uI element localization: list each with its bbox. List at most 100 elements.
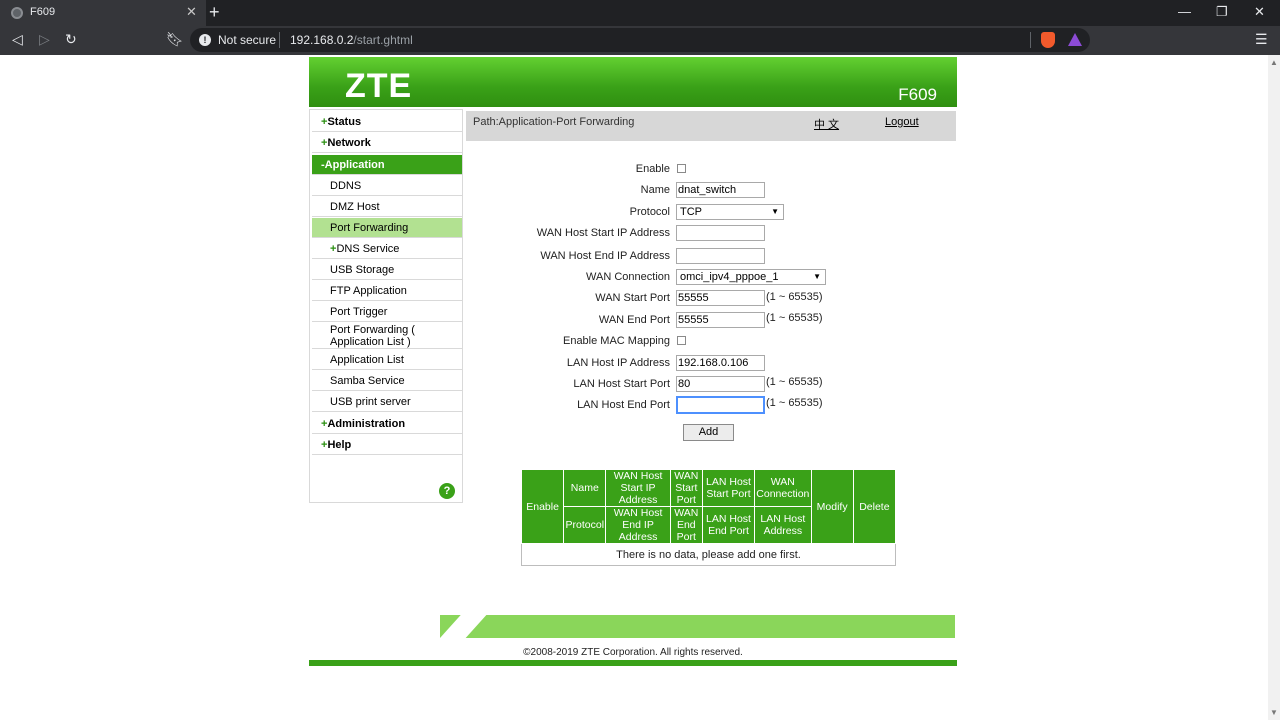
empty-message: There is no data, please add one first. bbox=[521, 543, 896, 566]
port-forwarding-table: Enable Name WAN Host Start IP Address WA… bbox=[520, 469, 897, 566]
scroll-up-icon[interactable]: ▲ bbox=[1270, 58, 1278, 67]
wan-connection-value: omci_ipv4_pppoe_1 bbox=[680, 271, 779, 283]
table-row: There is no data, please add one first. bbox=[521, 543, 896, 566]
wan-host-start-ip-label: WAN Host Start IP Address bbox=[536, 227, 670, 239]
url-text[interactable]: 192.168.0.2/start.ghtml bbox=[290, 33, 413, 47]
tab-title: F609 bbox=[30, 6, 56, 18]
port-range-hint: (1 ~ 65535) bbox=[766, 376, 823, 388]
add-button[interactable]: Add bbox=[683, 424, 734, 441]
copyright: ©2008-2019 ZTE Corporation. All rights r… bbox=[523, 647, 743, 658]
maximize-icon[interactable]: ❐ bbox=[1216, 4, 1228, 20]
zte-logo: ZTE bbox=[345, 67, 413, 105]
chevron-down-icon: ▼ bbox=[813, 272, 821, 281]
sidebar-item-label: DNS Service bbox=[336, 243, 400, 255]
wan-host-end-ip-input[interactable] bbox=[676, 248, 765, 264]
wan-start-port-label: WAN Start Port bbox=[595, 292, 670, 304]
sidebar-item-network[interactable]: +Network bbox=[312, 133, 462, 153]
col-wan-start-port: WAN Start Port bbox=[669, 469, 703, 507]
url-host: 192.168.0.2 bbox=[290, 33, 354, 47]
reload-icon[interactable]: ↻ bbox=[65, 31, 77, 48]
brave-shields-icon[interactable] bbox=[1041, 32, 1055, 48]
col-wan-connection: WAN Connection bbox=[754, 469, 812, 507]
name-input[interactable]: dnat_switch bbox=[676, 182, 765, 198]
col-wan-host-end-ip: WAN Host End IP Address bbox=[605, 506, 671, 544]
lan-host-start-port-input[interactable]: 80 bbox=[676, 376, 765, 392]
lan-host-ip-input[interactable]: 192.168.0.106 bbox=[676, 355, 765, 371]
wan-connection-label: WAN Connection bbox=[586, 271, 670, 283]
sidebar-item-help[interactable]: +Help bbox=[312, 435, 462, 455]
breadcrumb-bar: Path:Application-Port Forwarding 中 文 Log… bbox=[466, 111, 956, 141]
enable-checkbox[interactable] bbox=[677, 164, 686, 173]
page-content: ▲ ▼ ZTE F609 +Status +Network -Applicati… bbox=[0, 55, 1280, 720]
col-enable: Enable bbox=[520, 469, 565, 544]
wan-end-port-input[interactable]: 55555 bbox=[676, 312, 765, 328]
wan-start-port-input[interactable]: 55555 bbox=[676, 290, 765, 306]
col-protocol: Protocol bbox=[563, 506, 607, 544]
browser-toolbar: ◁ ▷ ↻ 🔖︎ ! Not secure 192.168.0.2/start.… bbox=[0, 26, 1280, 55]
wan-host-end-ip-label: WAN Host End IP Address bbox=[540, 250, 670, 262]
brave-rewards-icon[interactable] bbox=[1068, 33, 1082, 46]
col-wan-host-start-ip: WAN Host Start IP Address bbox=[605, 469, 671, 507]
divider bbox=[1030, 32, 1031, 48]
address-bar[interactable]: ! Not secure 192.168.0.2/start.ghtml bbox=[190, 28, 1090, 52]
lan-host-ip-label: LAN Host IP Address bbox=[566, 357, 670, 369]
browser-tabbar: F609 ✕ + — ❐ ✕ bbox=[0, 0, 1280, 26]
enable-mac-mapping-checkbox[interactable] bbox=[677, 336, 686, 345]
browser-menu-icon[interactable]: ☰ bbox=[1255, 31, 1268, 48]
sidebar-item-status[interactable]: +Status bbox=[312, 112, 462, 132]
scroll-down-icon[interactable]: ▼ bbox=[1270, 708, 1278, 717]
chevron-down-icon: ▼ bbox=[771, 207, 779, 216]
page-scrollbar[interactable]: ▲ ▼ bbox=[1268, 55, 1280, 720]
language-link[interactable]: 中 文 bbox=[814, 116, 839, 132]
enable-mac-mapping-label: Enable MAC Mapping bbox=[562, 335, 670, 347]
protocol-select[interactable]: TCP ▼ bbox=[676, 204, 784, 220]
lan-host-end-port-label: LAN Host End Port bbox=[577, 399, 670, 411]
lan-host-start-port-label: LAN Host Start Port bbox=[573, 378, 670, 390]
col-delete: Delete bbox=[852, 469, 897, 544]
sidebar-item-label: Network bbox=[327, 137, 371, 149]
sidebar-item-administration[interactable]: +Administration bbox=[312, 414, 462, 434]
divider bbox=[279, 32, 280, 48]
sidebar-item-label: Help bbox=[327, 439, 352, 451]
protocol-label: Protocol bbox=[629, 206, 670, 218]
col-lan-host-start-port: LAN Host Start Port bbox=[701, 469, 756, 507]
name-label: Name bbox=[640, 184, 670, 196]
not-secure-icon[interactable]: ! bbox=[199, 34, 211, 46]
col-lan-host-end-port: LAN Host End Port bbox=[701, 506, 756, 544]
model-name: F609 bbox=[898, 85, 937, 104]
close-window-icon[interactable]: ✕ bbox=[1254, 4, 1265, 20]
logout-link[interactable]: Logout bbox=[885, 116, 919, 128]
not-secure-label[interactable]: Not secure bbox=[218, 33, 276, 47]
protocol-value: TCP bbox=[680, 206, 702, 218]
back-icon[interactable]: ◁ bbox=[12, 31, 23, 48]
col-modify: Modify bbox=[810, 469, 854, 544]
wan-end-port-label: WAN End Port bbox=[598, 314, 670, 326]
sidebar-item-label: Administration bbox=[327, 418, 406, 430]
col-wan-end-port: WAN End Port bbox=[669, 506, 703, 544]
wan-connection-select[interactable]: omci_ipv4_pppoe_1 ▼ bbox=[676, 269, 826, 285]
browser-tab[interactable]: F609 ✕ bbox=[0, 0, 206, 26]
sidebar-item-label: Application bbox=[324, 159, 385, 171]
footer-bar bbox=[440, 615, 955, 638]
wan-host-start-ip-input[interactable] bbox=[676, 225, 765, 241]
port-range-hint: (1 ~ 65535) bbox=[766, 291, 823, 303]
col-name: Name bbox=[563, 469, 607, 507]
forward-icon[interactable]: ▷ bbox=[39, 31, 50, 48]
minimize-icon[interactable]: — bbox=[1178, 4, 1191, 19]
new-tab-icon[interactable]: + bbox=[209, 2, 220, 23]
breadcrumb: Path:Application-Port Forwarding bbox=[473, 116, 635, 128]
port-range-hint: (1 ~ 65535) bbox=[766, 397, 823, 409]
lan-host-end-port-input[interactable] bbox=[676, 396, 765, 414]
globe-icon bbox=[11, 7, 23, 19]
bookmark-icon[interactable]: 🔖︎ bbox=[166, 31, 184, 48]
footer-line bbox=[309, 660, 957, 666]
port-range-hint: (1 ~ 65535) bbox=[766, 312, 823, 324]
url-path: /start.ghtml bbox=[353, 33, 413, 47]
col-lan-host-address: LAN Host Address bbox=[754, 506, 812, 544]
help-icon[interactable]: ? bbox=[439, 483, 455, 499]
close-tab-icon[interactable]: ✕ bbox=[186, 4, 197, 20]
table-header-row: Enable Name WAN Host Start IP Address WA… bbox=[520, 469, 897, 544]
sidebar-item-label: Status bbox=[327, 116, 362, 128]
enable-label: Enable bbox=[635, 163, 670, 175]
header-banner: ZTE F609 bbox=[309, 57, 957, 107]
